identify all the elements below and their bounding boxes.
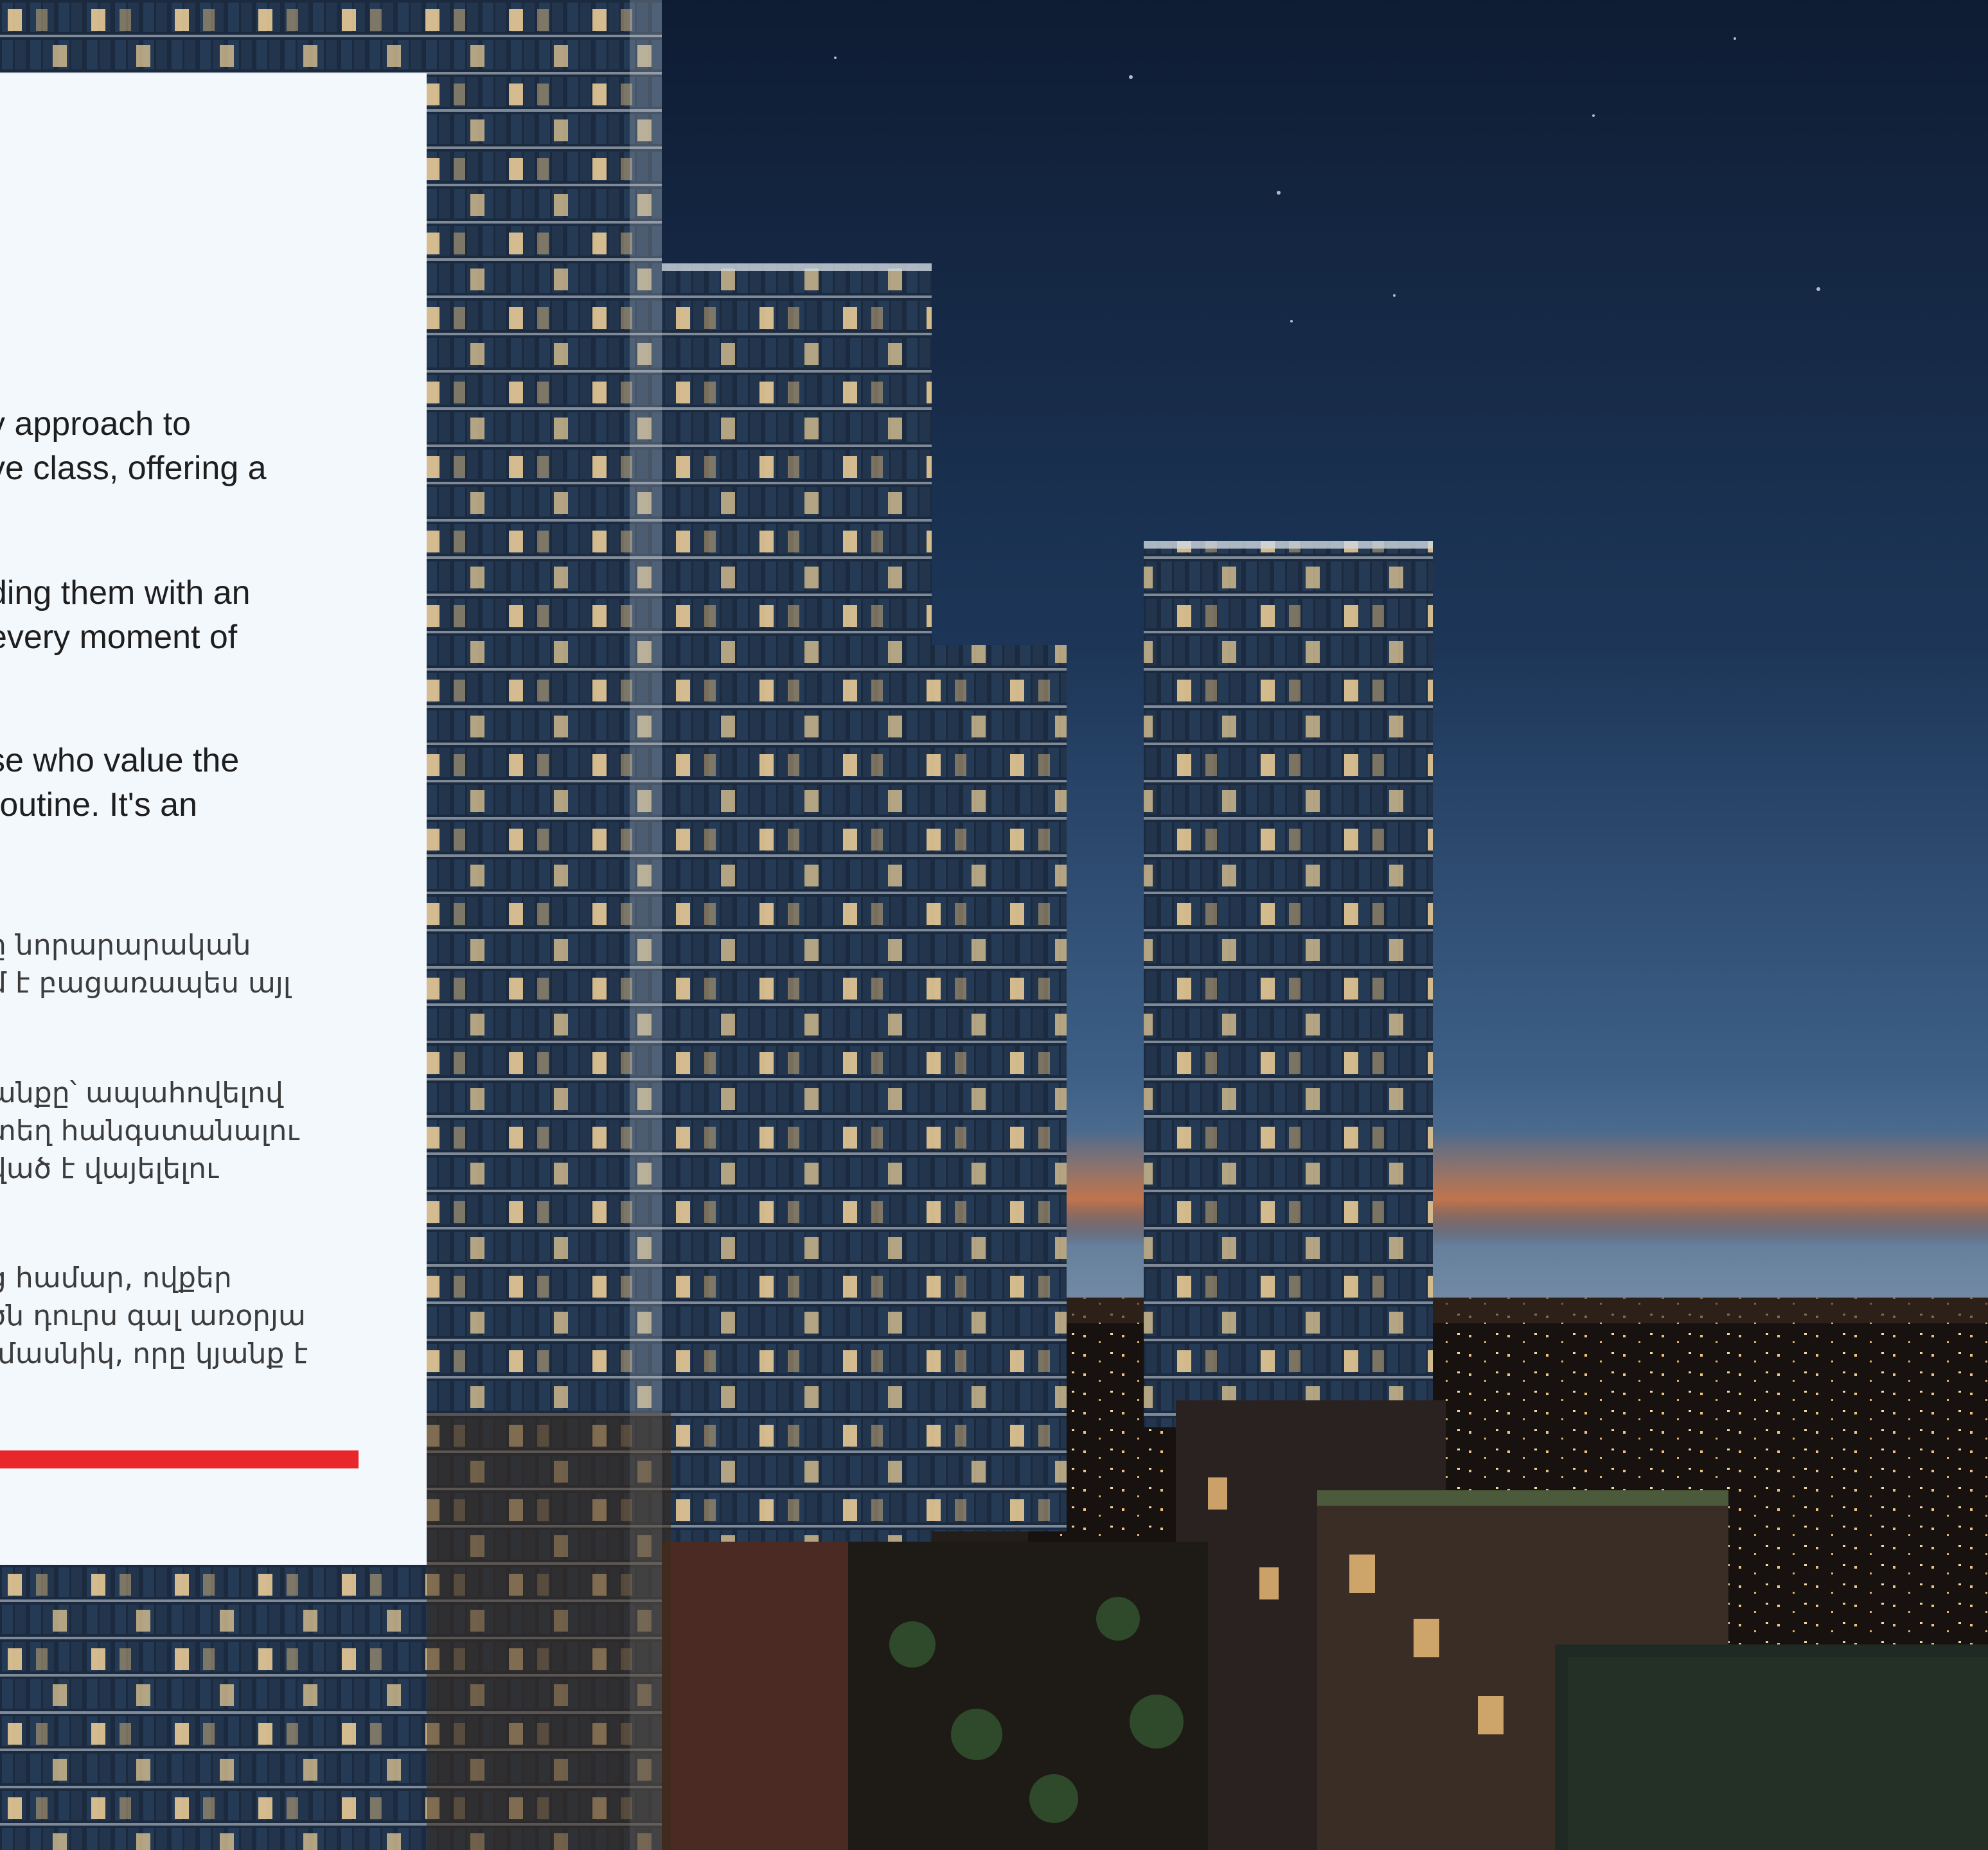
text-panel: y approach to ve class, offering a ding … bbox=[0, 73, 427, 1565]
red-accent-bar bbox=[0, 1450, 359, 1468]
armenian-paragraph-2: անքը՝ ապահովելով տեղ հանգստանալու ված է … bbox=[0, 1077, 299, 1185]
armenian-paragraph-3: ց համար, ովքեր ծն դուրս գալ առօրյա մասնի… bbox=[0, 1262, 308, 1370]
english-paragraph-3: se who value the routine. It's an . bbox=[0, 742, 240, 824]
english-paragraph-1: y approach to ve class, offering a bbox=[0, 405, 267, 487]
armenian-paragraph-1: ը նորարարական մ է բացառապես այլ bbox=[0, 929, 291, 1000]
english-paragraph-2: ding them with an every moment of bbox=[0, 574, 251, 656]
